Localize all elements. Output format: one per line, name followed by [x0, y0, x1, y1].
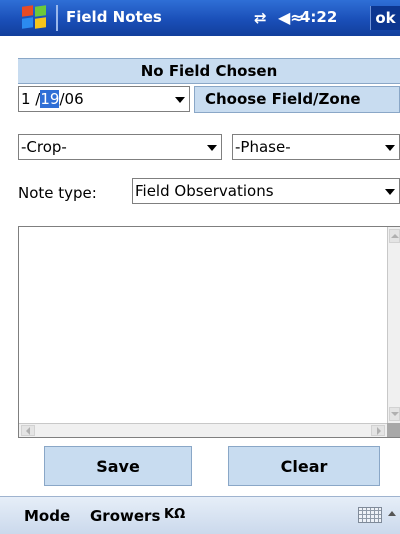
- scroll-up-icon[interactable]: [389, 229, 400, 243]
- chevron-up-icon[interactable]: [388, 511, 396, 516]
- scrollbar-corner: [387, 423, 400, 437]
- title-separator: [56, 5, 58, 31]
- menu-bar: Mode Growers KΩ: [0, 496, 400, 534]
- notes-text: [19, 227, 399, 235]
- date-day-selected[interactable]: 19: [40, 90, 60, 108]
- vertical-scrollbar[interactable]: [387, 227, 400, 423]
- menu-mode[interactable]: Mode: [24, 507, 70, 525]
- date-picker[interactable]: 1 /19/06: [18, 86, 190, 112]
- save-button[interactable]: Save: [44, 446, 192, 486]
- note-type-value: Field Observations: [135, 182, 274, 200]
- connectivity-icon[interactable]: ⇄: [254, 9, 266, 27]
- chevron-down-icon[interactable]: [207, 145, 217, 151]
- note-type-label: Note type:: [18, 184, 97, 202]
- clear-button[interactable]: Clear: [228, 446, 380, 486]
- sync-icon[interactable]: KΩ: [164, 507, 185, 522]
- date-year: /06: [59, 90, 84, 108]
- ok-button[interactable]: ok: [370, 6, 400, 30]
- choose-field-zone-button[interactable]: Choose Field/Zone: [194, 86, 400, 113]
- phase-value: -Phase-: [235, 138, 291, 156]
- chevron-down-icon[interactable]: [385, 189, 395, 195]
- app-title: Field Notes: [66, 8, 162, 26]
- horizontal-scrollbar[interactable]: [19, 423, 387, 437]
- start-menu-icon[interactable]: [22, 5, 48, 30]
- clock[interactable]: 4:22: [300, 8, 337, 26]
- keyboard-icon[interactable]: [358, 507, 382, 523]
- scroll-right-icon[interactable]: [371, 425, 385, 436]
- field-name-header: No Field Chosen: [18, 58, 400, 84]
- date-month: 1 /: [21, 90, 41, 108]
- crop-dropdown[interactable]: -Crop-: [18, 134, 222, 160]
- chevron-down-icon[interactable]: [175, 97, 185, 103]
- scroll-left-icon[interactable]: [21, 425, 35, 436]
- chevron-down-icon[interactable]: [385, 145, 395, 151]
- scroll-down-icon[interactable]: [389, 407, 400, 421]
- menu-growers[interactable]: Growers: [90, 507, 160, 525]
- crop-value: -Crop-: [21, 138, 67, 156]
- notes-textarea[interactable]: [18, 226, 400, 438]
- phase-dropdown[interactable]: -Phase-: [232, 134, 400, 160]
- title-bar: Field Notes ⇄ ◀≈ 4:22 ok: [0, 0, 400, 36]
- note-type-dropdown[interactable]: Field Observations: [132, 178, 400, 204]
